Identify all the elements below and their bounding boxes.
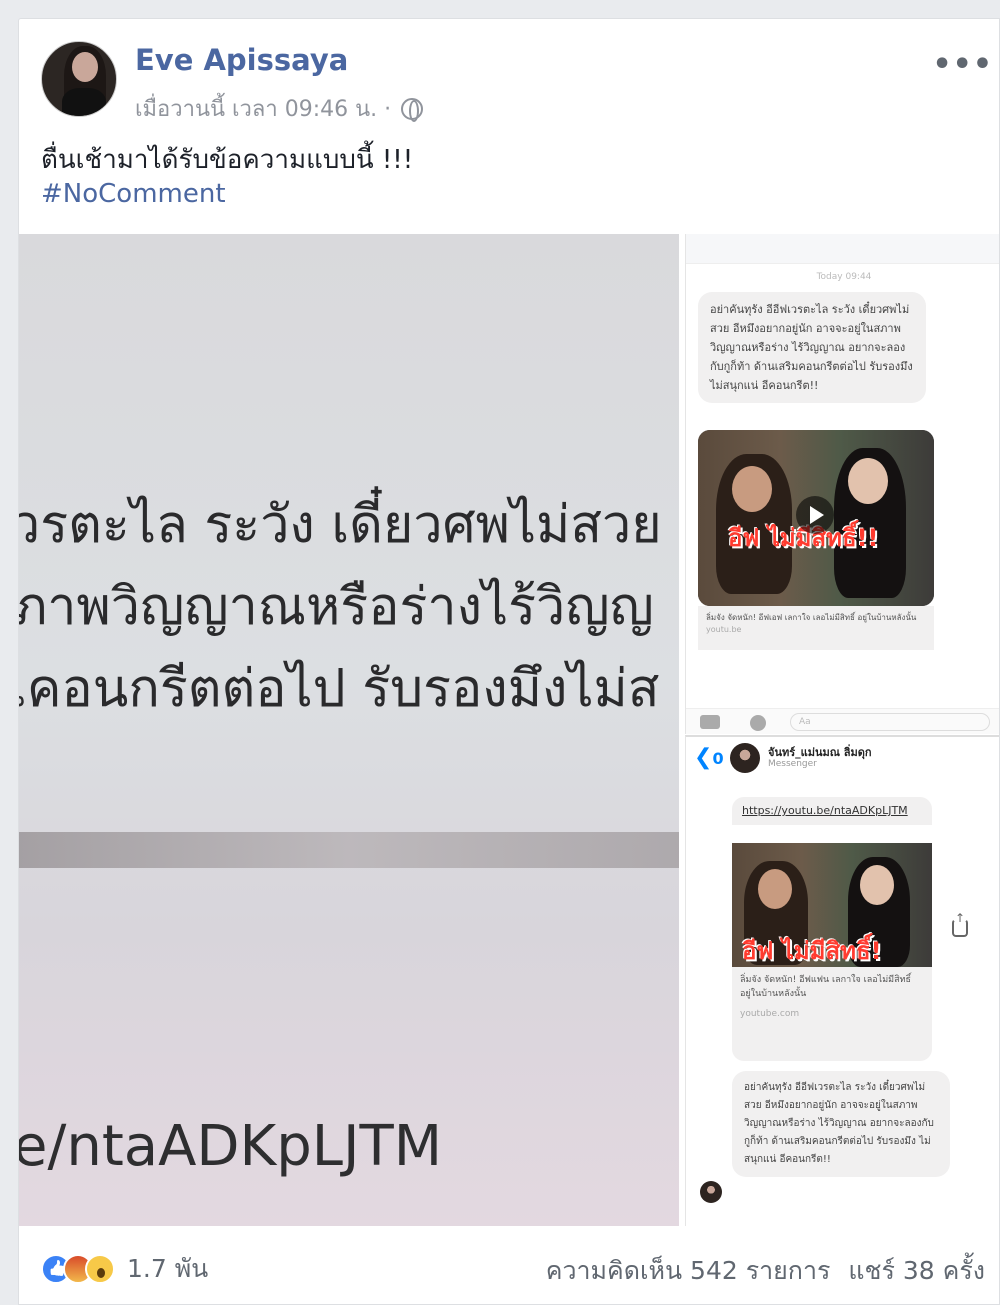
back-arrow-icon[interactable]: ❮0: [694, 745, 724, 770]
post-card: Eve Apissaya เมื่อวานนี้ เวลา 09:46 น. ·…: [18, 18, 1000, 1305]
author-name[interactable]: Eve Apissaya: [135, 43, 348, 77]
chat-input[interactable]: Aa: [790, 713, 990, 731]
photo-text-line: ภาพวิญญาณหรือร่างไร้วิญญ: [19, 577, 654, 637]
chat-date: Today 09:44: [816, 272, 872, 282]
back-arrow-glyph: ❮: [694, 745, 713, 770]
post-hashtag[interactable]: #NoComment: [41, 179, 226, 209]
comments-count[interactable]: ความคิดเห็น 542 รายการ: [546, 1251, 831, 1291]
share-icon[interactable]: [952, 911, 968, 937]
video-caption: ลิ่มจัง จัดหนัก! อีฟแฟน เลกาใจ เลอไม่มีส…: [732, 967, 932, 1061]
video-thumbnail[interactable]: อีฟ ไม่มีสิทธิ์!!: [698, 430, 934, 606]
post-photo-chat-screenshot-2[interactable]: ❮0 จันทร์_แม่นมณ ลิ่มดุก Messenger https…: [685, 735, 999, 1226]
post-photo-zoomed-message[interactable]: วรตะไล ระวัง เดี๋ยวศพไม่สวย ภาพวิญญาณหรื…: [19, 234, 679, 1226]
photo-divider-band: [19, 832, 679, 868]
reactions-summary[interactable]: 1.7 พัน: [41, 1249, 208, 1289]
photo-icon[interactable]: [750, 715, 766, 731]
video-caption-text: ลิ่มจัง จัดหนัก! อีฟเอฟ เลกาใจ เลอไม่มีส…: [706, 613, 917, 622]
camera-icon[interactable]: [700, 715, 720, 729]
video-title: อีฟ ไม่มีสิทธิ์!: [742, 937, 882, 965]
video-source: youtube.com: [740, 1009, 800, 1019]
author-avatar[interactable]: [41, 41, 117, 117]
chat-input-bar: Aa: [686, 708, 999, 734]
back-count: 0: [712, 749, 724, 768]
video-face-right: [848, 458, 888, 504]
video-face-left: [732, 466, 772, 512]
photo-text-line: เคอนกรีตต่อไป รับรองมึงไม่ส: [19, 659, 660, 719]
video-thumbnail[interactable]: อีฟ ไม่มีสิทธิ์!: [732, 843, 932, 967]
contact-subtitle: Messenger: [768, 759, 817, 769]
contact-avatar: [730, 743, 760, 773]
video-caption: ลิ่มจัง จัดหนัก! อีฟเอฟ เลกาใจ เลอไม่มีส…: [698, 606, 934, 650]
chat-topbar: [686, 234, 999, 264]
photo-text-line: วรตะไล ระวัง เดี๋ยวศพไม่สวย: [19, 495, 662, 555]
post-timestamp[interactable]: เมื่อวานนี้ เวลา 09:46 น. ·: [135, 91, 391, 126]
video-face-left: [758, 869, 792, 909]
post-photo-chat-screenshot-1[interactable]: Today 09:44 อย่าคันทุรัง อีอีฟเวรตะไล ระ…: [685, 234, 999, 734]
avatar-body: [62, 88, 106, 116]
video-caption-text: ลิ่มจัง จัดหนัก! อีฟแฟน เลกาใจ เลอไม่มีส…: [740, 975, 911, 999]
play-icon[interactable]: [796, 496, 834, 534]
chat-message-bubble: อย่าคันทุรัง อีอีฟเวรตะไล ระวัง เดี๋ยวศพ…: [732, 1071, 950, 1177]
video-face-right: [860, 865, 894, 905]
wow-icon: [85, 1254, 115, 1284]
photo-url-text: e/ntaADKpLJTM: [19, 1114, 443, 1179]
video-source: youtu.be: [706, 625, 742, 634]
globe-icon[interactable]: [401, 97, 424, 122]
more-options-icon[interactable]: •••: [932, 47, 993, 82]
shares-count[interactable]: แชร์ 38 ครั้ง: [848, 1251, 985, 1291]
reaction-count: 1.7 พัน: [127, 1254, 209, 1283]
chat-message-bubble: อย่าคันทุรัง อีอีฟเวรตะไล ระวัง เดี๋ยวศพ…: [698, 292, 926, 403]
post-meta: เมื่อวานนี้ เวลา 09:46 น. ·: [135, 91, 424, 126]
post-stats: ความคิดเห็น 542 รายการ แชร์ 38 ครั้ง: [546, 1251, 985, 1291]
avatar-face: [72, 52, 98, 82]
contact-mini-avatar: [700, 1181, 722, 1203]
chat-link[interactable]: https://youtu.be/ntaADKpLJTM: [732, 797, 932, 825]
post-text: ตื่นเช้ามาได้รับข้อความแบบนี้ !!!: [41, 145, 414, 175]
